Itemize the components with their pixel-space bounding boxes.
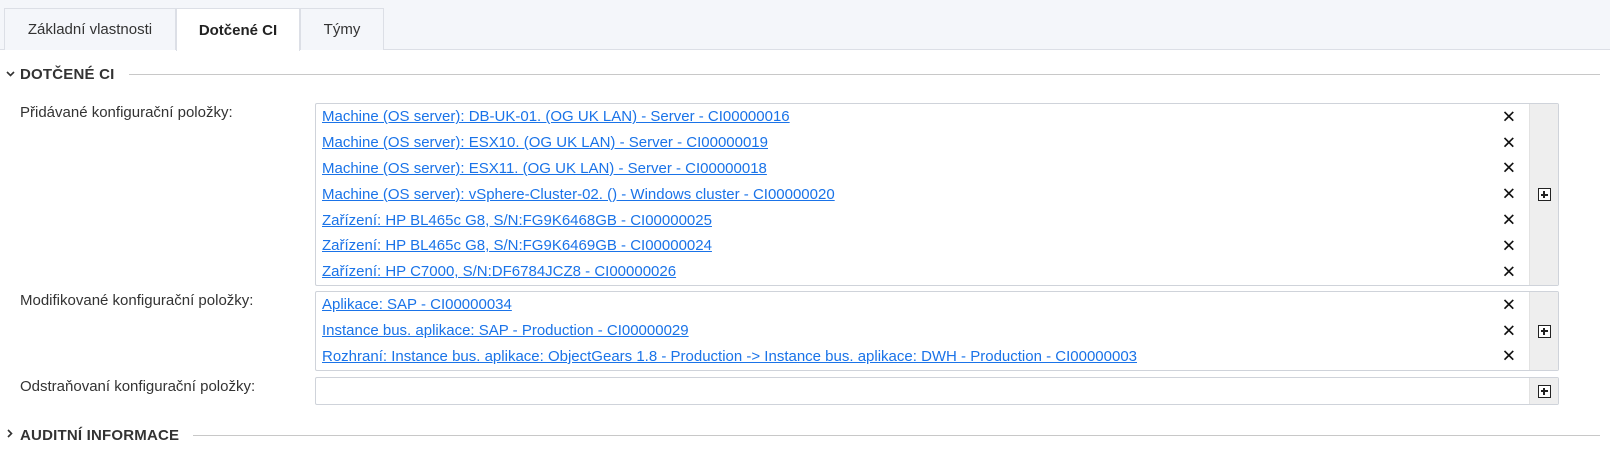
ci-link[interactable]: Aplikace: SAP - CI00000034 <box>322 296 512 313</box>
modified-ci-label: Modifikované konfigurační položky: <box>20 292 254 309</box>
list-item: Rozhraní: Instance bus. aplikace: Object… <box>316 344 1528 370</box>
modified-ci-field: Aplikace: SAP - CI00000034 ✕ Instance bu… <box>315 291 1559 371</box>
list-item: Zařízení: HP BL465c G8, S/N:FG9K6469GB -… <box>316 233 1528 259</box>
removed-ci-add-strip <box>1529 378 1558 404</box>
list-item: Machine (OS server): DB-UK-01. (OG UK LA… <box>316 104 1528 130</box>
plus-square-icon[interactable] <box>1537 384 1551 398</box>
list-item: Machine (OS server): ESX10. (OG UK LAN) … <box>316 130 1528 156</box>
list-item: Instance bus. aplikace: SAP - Production… <box>316 318 1528 344</box>
remove-icon[interactable]: ✕ <box>1502 134 1516 151</box>
ci-link[interactable]: Machine (OS server): DB-UK-01. (OG UK LA… <box>322 108 790 125</box>
added-ci-list: Machine (OS server): DB-UK-01. (OG UK LA… <box>316 104 1528 285</box>
tab-zakladni-vlastnosti[interactable]: Základní vlastnosti <box>4 8 176 50</box>
tab-dotcene-ci[interactable]: Dotčené CI <box>176 8 300 51</box>
list-item: Zařízení: HP BL465c G8, S/N:FG9K6468GB -… <box>316 207 1528 233</box>
remove-icon[interactable]: ✕ <box>1502 212 1516 229</box>
ci-link[interactable]: Zařízení: HP BL465c G8, S/N:FG9K6469GB -… <box>322 237 712 254</box>
remove-icon[interactable]: ✕ <box>1502 186 1516 203</box>
section-title: DOTČENÉ CI <box>20 65 115 83</box>
removed-ci-list <box>316 378 1528 404</box>
modified-ci-add-strip <box>1529 292 1558 370</box>
chevron-down-icon <box>0 68 20 80</box>
added-ci-field: Machine (OS server): DB-UK-01. (OG UK LA… <box>315 103 1559 286</box>
section-divider <box>128 73 1600 75</box>
section-title: AUDITNÍ INFORMACE <box>20 426 180 444</box>
remove-icon[interactable]: ✕ <box>1502 348 1516 365</box>
remove-icon[interactable]: ✕ <box>1502 237 1516 254</box>
ci-link[interactable]: Instance bus. aplikace: SAP - Production… <box>322 322 689 339</box>
ci-link[interactable]: Zařízení: HP BL465c G8, S/N:FG9K6468GB -… <box>322 212 712 229</box>
removed-ci-label: Odstraňovaní konfigurační položky: <box>20 378 256 395</box>
list-item: Zařízení: HP C7000, S/N:DF6784JCZ8 - CI0… <box>316 259 1528 285</box>
removed-ci-field <box>315 377 1559 405</box>
ci-link[interactable]: Zařízení: HP C7000, S/N:DF6784JCZ8 - CI0… <box>322 263 676 280</box>
added-ci-label: Přidávané konfigurační položky: <box>20 104 233 121</box>
plus-square-icon[interactable] <box>1537 188 1551 201</box>
section-auditni-informace-header[interactable]: AUDITNÍ INFORMACE <box>0 425 1600 445</box>
remove-icon[interactable]: ✕ <box>1502 296 1516 313</box>
ci-link[interactable]: Rozhraní: Instance bus. aplikace: Object… <box>322 348 1137 365</box>
plus-square-icon[interactable] <box>1537 324 1551 338</box>
chevron-right-icon <box>0 429 20 441</box>
ci-link[interactable]: Machine (OS server): ESX11. (OG UK LAN) … <box>322 160 767 177</box>
tab-bar: Základní vlastnosti Dotčené CI Týmy <box>0 0 1610 51</box>
modified-ci-list: Aplikace: SAP - CI00000034 ✕ Instance bu… <box>316 292 1528 370</box>
section-divider <box>193 434 1600 436</box>
section-dotcene-ci-header[interactable]: DOTČENÉ CI <box>0 64 1600 84</box>
remove-icon[interactable]: ✕ <box>1502 263 1516 280</box>
list-item: Aplikace: SAP - CI00000034 ✕ <box>316 292 1528 318</box>
list-item: Machine (OS server): ESX11. (OG UK LAN) … <box>316 156 1528 182</box>
list-item: Machine (OS server): vSphere-Cluster-02.… <box>316 181 1528 207</box>
remove-icon[interactable]: ✕ <box>1502 160 1516 177</box>
added-ci-add-strip <box>1529 104 1558 285</box>
tab-tymy[interactable]: Týmy <box>300 8 384 50</box>
ci-link[interactable]: Machine (OS server): vSphere-Cluster-02.… <box>322 186 835 203</box>
ci-link[interactable]: Machine (OS server): ESX10. (OG UK LAN) … <box>322 134 768 151</box>
remove-icon[interactable]: ✕ <box>1502 322 1516 339</box>
remove-icon[interactable]: ✕ <box>1502 108 1516 125</box>
